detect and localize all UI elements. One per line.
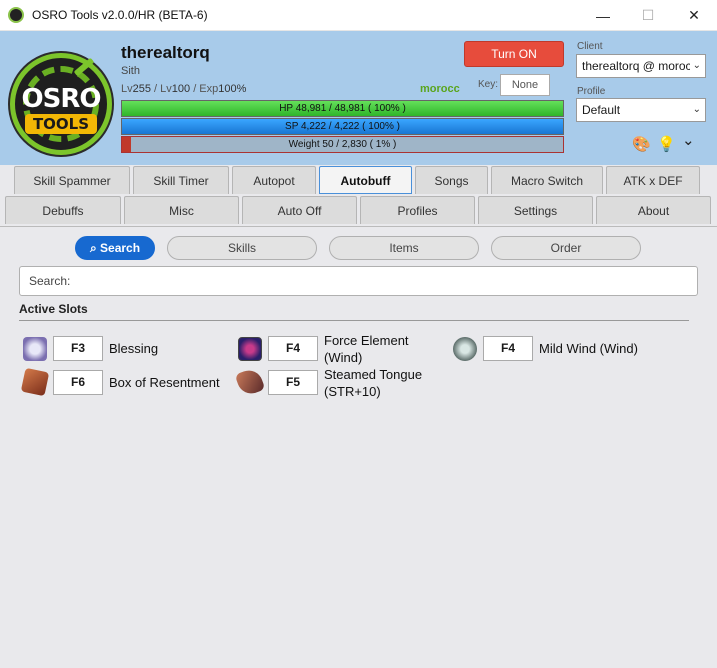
box-of-resentment-icon [20, 367, 50, 397]
tab-profiles[interactable]: Profiles [360, 196, 475, 224]
lightbulb-icon[interactable]: 💡 [657, 135, 676, 153]
slot-key[interactable]: F4 [268, 336, 318, 361]
client-value: therealtorq @ moroc [582, 59, 692, 73]
slot-name: Box of Resentment [109, 375, 220, 390]
filter-items[interactable]: Items [329, 236, 479, 260]
character-header: OSRO TOOLS therealtorq Sith Lv255 / Lv10… [0, 31, 717, 165]
palette-icon[interactable]: 🎨 [632, 135, 651, 153]
tab-skill-timer[interactable]: Skill Timer [133, 166, 229, 194]
chevron-down-icon: ⌄ [689, 99, 701, 121]
filter-skills[interactable]: Skills [167, 236, 317, 260]
tab-autopot[interactable]: Autopot [232, 166, 316, 194]
tab-auto-off[interactable]: Auto Off [242, 196, 357, 224]
sp-text: SP 4,222 / 4,222 ( 100% ) [285, 121, 400, 132]
osro-tools-logo: OSRO TOOLS [10, 53, 112, 155]
weight-bar-fill [122, 137, 131, 152]
slot-name-line1: Force Element [324, 333, 409, 348]
base-level-prefix: Lv [121, 83, 133, 95]
slot-key[interactable]: F4 [483, 336, 533, 361]
logo-text-osro: OSRO [21, 84, 102, 114]
tab-macro-switch[interactable]: Macro Switch [491, 166, 603, 194]
server-name: morocc [420, 83, 460, 95]
sp-bar: SP 4,222 / 4,222 ( 100% ) [121, 118, 564, 135]
hp-text: HP 48,981 / 48,981 ( 100% ) [279, 103, 406, 114]
key-label: Key: [478, 79, 499, 90]
tab-autobuff[interactable]: Autobuff [319, 166, 412, 194]
window-title: OSRO Tools v2.0.0/HR (BETA-6) [32, 8, 208, 22]
slot-name: Mild Wind (Wind) [539, 341, 638, 356]
slot-name-line1: Steamed Tongue [324, 367, 423, 382]
weight-text: Weight 50 / 2,830 ( 1% ) [288, 139, 397, 150]
tab-songs[interactable]: Songs [415, 166, 488, 194]
exp-separator: / Exp [190, 83, 219, 95]
filter-search-label: Search [100, 241, 141, 255]
search-input[interactable]: Search: [19, 266, 698, 296]
active-slots-title: Active Slots [19, 302, 88, 316]
slot-key[interactable]: F6 [53, 370, 103, 395]
tab-atk-x-def[interactable]: ATK x DEF [606, 166, 700, 194]
profile-select[interactable]: Default ⌄ [576, 98, 706, 122]
blessing-icon [23, 337, 47, 361]
chevron-down-icon: ⌄ [689, 55, 701, 77]
mild-wind-icon [453, 337, 477, 361]
maximize-button[interactable]: ☐ [625, 0, 671, 31]
tab-settings[interactable]: Settings [478, 196, 593, 224]
app-logo-icon [8, 7, 24, 23]
exp-value: 100% [218, 83, 247, 95]
tab-debuffs[interactable]: Debuffs [5, 196, 121, 224]
character-name: therealtorq [121, 43, 210, 62]
slot-name-line2: (Wind) [324, 350, 363, 365]
close-button[interactable]: ✕ [671, 0, 717, 31]
tab-about[interactable]: About [596, 196, 711, 224]
base-level: 255 [132, 83, 151, 95]
force-element-icon [238, 337, 262, 361]
weight-bar: Weight 50 / 2,830 ( 1% ) [121, 136, 564, 153]
client-select[interactable]: therealtorq @ moroc ⌄ [576, 54, 706, 78]
hp-bar: HP 48,981 / 48,981 ( 100% ) [121, 100, 564, 117]
slot-name: Blessing [109, 341, 159, 356]
profile-label: Profile [577, 86, 606, 97]
slot-key[interactable]: F5 [268, 370, 318, 395]
character-class: Sith [121, 65, 140, 77]
key-input[interactable]: None [500, 74, 550, 96]
chevron-down-icon[interactable]: ⌄ [682, 131, 695, 149]
profile-value: Default [582, 103, 621, 117]
search-icon: ⌕ [89, 241, 101, 255]
level-separator: / Lv [150, 83, 172, 95]
section-divider [19, 320, 689, 321]
filter-order[interactable]: Order [491, 236, 641, 260]
tab-misc[interactable]: Misc [124, 196, 239, 224]
turn-on-button[interactable]: Turn ON [464, 41, 564, 67]
logo-text-tools: TOOLS [25, 114, 97, 134]
minimize-button[interactable]: — [580, 0, 626, 31]
client-label: Client [577, 41, 603, 52]
job-level: 100 [171, 83, 191, 95]
filter-search[interactable]: ⌕ Search [75, 236, 155, 260]
slot-name-line2: (STR+10) [324, 384, 381, 399]
slot-name: Steamed Tongue (STR+10) [324, 366, 422, 400]
slot-key[interactable]: F3 [53, 336, 103, 361]
character-level: Lv255 / Lv100 / Exp100% [121, 83, 246, 95]
tab-skill-spammer[interactable]: Skill Spammer [14, 166, 130, 194]
title-bar: OSRO Tools v2.0.0/HR (BETA-6) — ☐ ✕ [0, 0, 717, 31]
slot-name: Force Element (Wind) [324, 332, 409, 366]
